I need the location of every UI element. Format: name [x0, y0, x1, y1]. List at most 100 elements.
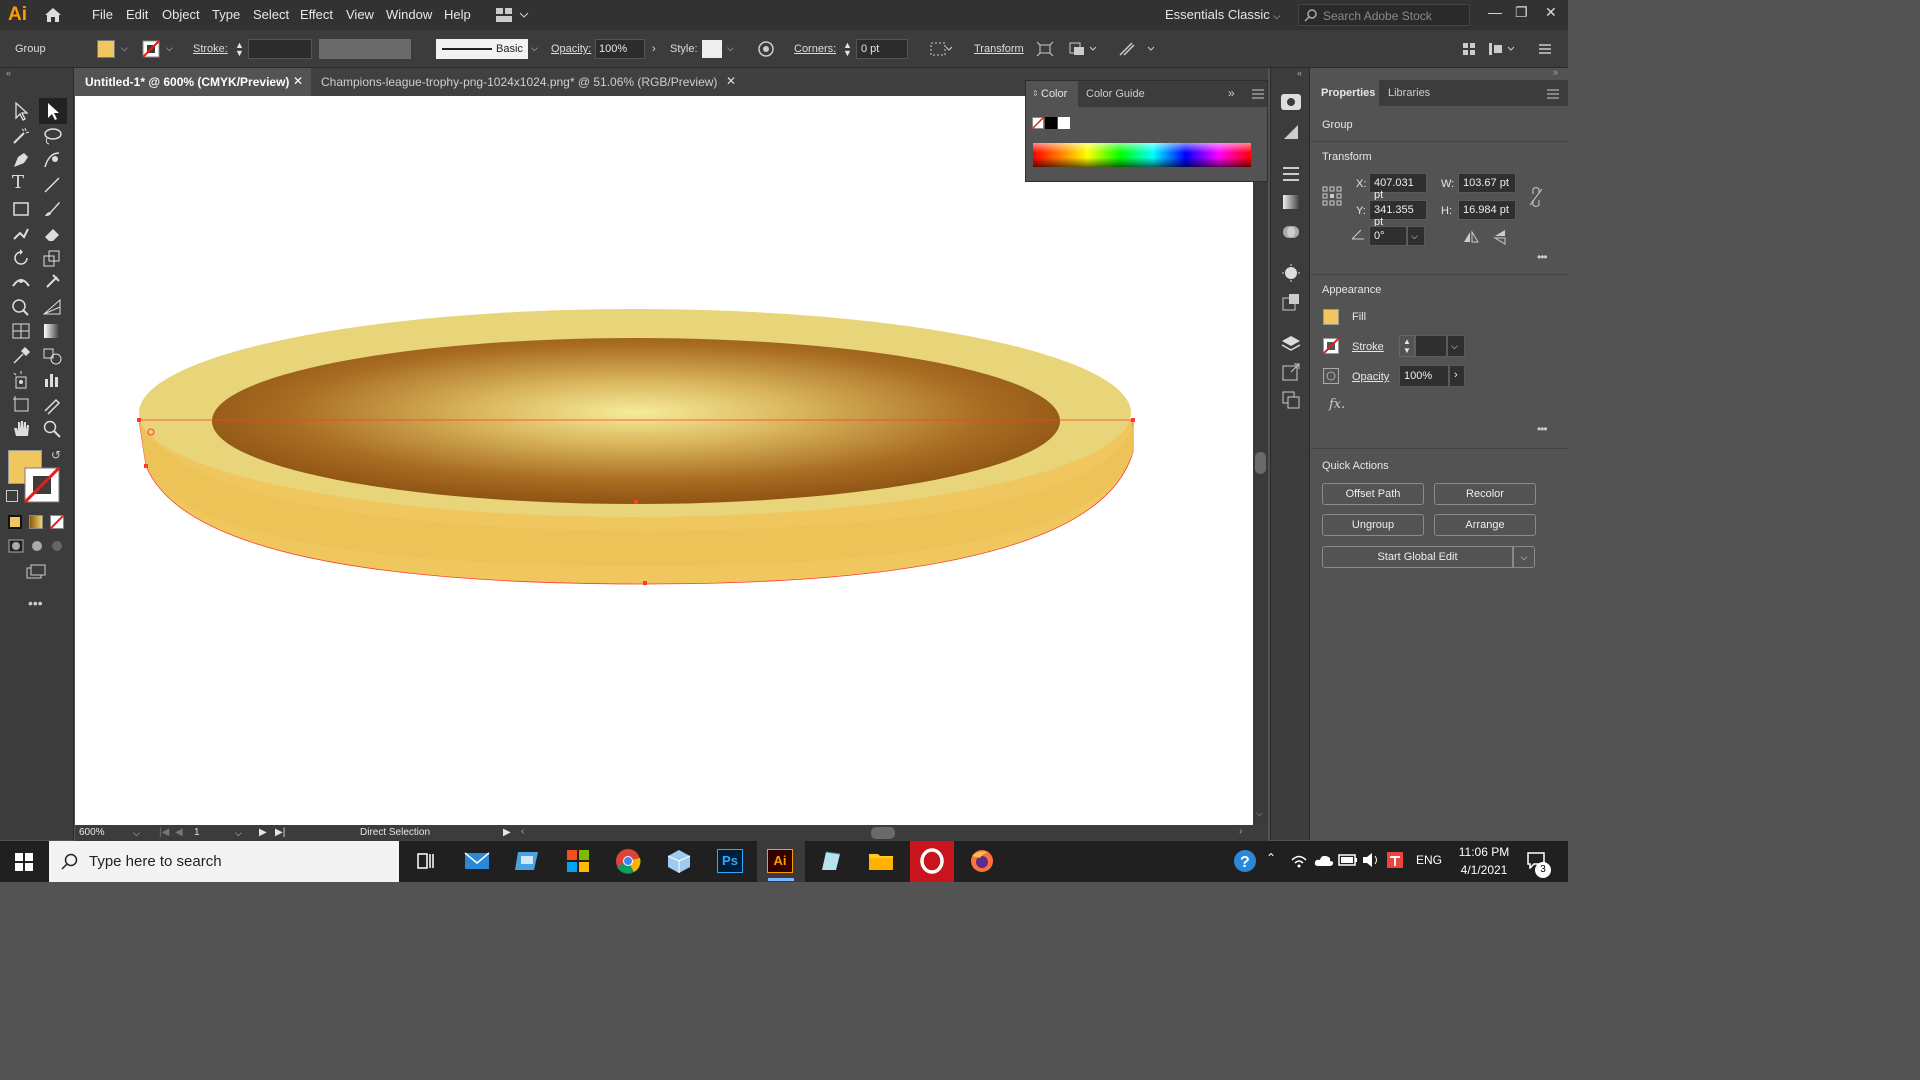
- opacity-field[interactable]: 100%: [595, 39, 645, 59]
- opacity-arrow-icon[interactable]: ›: [652, 43, 656, 55]
- expand-panel-icon[interactable]: »: [1228, 86, 1235, 100]
- windows-start-icon[interactable]: [15, 853, 33, 871]
- scroll-left-icon[interactable]: ‹: [521, 826, 524, 837]
- next-artboard-icon[interactable]: ▶: [259, 827, 267, 838]
- gradient-panel-icon[interactable]: [1281, 193, 1301, 211]
- fill-dropdown-icon[interactable]: ⌵: [121, 43, 128, 54]
- wifi-icon[interactable]: [1290, 852, 1308, 868]
- ungroup-button[interactable]: Ungroup: [1322, 514, 1424, 536]
- anchor-point-bottom[interactable]: [643, 581, 647, 585]
- anydesk-tray-icon[interactable]: [1386, 851, 1404, 869]
- gradient-mode-icon[interactable]: [29, 515, 43, 529]
- help-tips-icon[interactable]: ?: [1233, 849, 1257, 873]
- reference-point-icon[interactable]: [1322, 186, 1342, 206]
- layers-panel-icon[interactable]: [1281, 334, 1301, 354]
- symbol-sprayer-tool-icon[interactable]: [10, 369, 32, 391]
- panel-menu-icon[interactable]: [1538, 42, 1552, 56]
- firefox-icon[interactable]: [968, 848, 996, 874]
- rotate-tool-icon[interactable]: [10, 247, 32, 269]
- stroke-label[interactable]: Stroke:: [193, 43, 228, 55]
- show-hidden-icons-icon[interactable]: ⌃: [1266, 851, 1276, 865]
- properties-menu-icon[interactable]: [1547, 89, 1559, 99]
- onedrive-cloud-icon[interactable]: [1314, 853, 1334, 867]
- export-panel-icon[interactable]: [1281, 362, 1301, 382]
- corners-label[interactable]: Corners:: [794, 43, 836, 55]
- transparency-panel-icon[interactable]: [1281, 222, 1301, 242]
- minimize-button[interactable]: —: [1488, 4, 1502, 20]
- edit-toolbar-icon[interactable]: •••: [28, 595, 43, 611]
- collapse-properties-icon[interactable]: »: [1553, 67, 1558, 77]
- stroke-dropdown-icon[interactable]: ⌵: [166, 43, 173, 54]
- black-swatch[interactable]: [1045, 117, 1057, 129]
- x-field[interactable]: 407.031 pt: [1369, 173, 1427, 201]
- scroll-right-icon[interactable]: ›: [1239, 826, 1242, 837]
- line-segment-tool-icon[interactable]: [41, 174, 63, 196]
- eraser-tool-icon[interactable]: [41, 223, 63, 245]
- tab-champions-league-trophy[interactable]: Champions-league-trophy-png-1024x1024.pn…: [311, 68, 736, 96]
- anchor-point-side[interactable]: [144, 464, 148, 468]
- stroke-stepper[interactable]: ▲ ▼: [235, 41, 244, 58]
- constrain-proportions-icon[interactable]: [1529, 187, 1543, 207]
- graphic-style-swatch[interactable]: [702, 40, 722, 58]
- scale-tool-icon[interactable]: [41, 247, 63, 269]
- brush-dropdown-icon[interactable]: ⌵: [531, 43, 538, 54]
- zoom-level-field[interactable]: 600%: [79, 827, 135, 838]
- artboard-number-field[interactable]: 1: [194, 827, 200, 838]
- clock-date[interactable]: 4/1/2021: [1456, 863, 1512, 877]
- zoom-tool-icon[interactable]: [41, 418, 63, 440]
- flip-horizontal-icon[interactable]: [1463, 230, 1479, 244]
- variable-width-profile[interactable]: [319, 39, 411, 59]
- stroke-weight-stepper[interactable]: ▲ ▼: [1399, 335, 1415, 357]
- menu-view[interactable]: View: [346, 7, 374, 22]
- lasso-icon[interactable]: [41, 125, 63, 147]
- properties-panel-icon[interactable]: [1280, 92, 1302, 112]
- mesh-tool-icon[interactable]: [10, 320, 32, 342]
- slice-tool-icon[interactable]: [41, 393, 63, 415]
- global-edit-options-dropdown[interactable]: ⌵: [1513, 546, 1535, 568]
- paint-app-icon[interactable]: [816, 848, 844, 874]
- clock-time[interactable]: 11:06 PM: [1456, 845, 1512, 859]
- angle-field[interactable]: 0°: [1369, 226, 1407, 246]
- blend-tool-icon[interactable]: [41, 345, 63, 367]
- photoshop-icon[interactable]: Ps: [717, 849, 743, 873]
- prev-artboard-icon[interactable]: ◀: [175, 827, 183, 838]
- vertical-scroll-thumb[interactable]: [1255, 452, 1266, 474]
- align-panel-icon[interactable]: [1462, 42, 1476, 56]
- style-dropdown-icon[interactable]: ⌵: [727, 43, 734, 54]
- magic-wand-icon[interactable]: [10, 125, 32, 147]
- recolor-button[interactable]: Recolor: [1434, 483, 1536, 505]
- task-view-icon[interactable]: [412, 848, 440, 874]
- close-tab-untitled-icon[interactable]: ✕: [293, 74, 303, 88]
- menu-window[interactable]: Window: [386, 7, 432, 22]
- rectangle-tool-icon[interactable]: [10, 198, 32, 220]
- tab-color[interactable]: ⇕ Color: [1026, 81, 1078, 107]
- menu-object[interactable]: Object: [162, 7, 200, 22]
- puppet-warp-icon[interactable]: [1118, 41, 1158, 57]
- start-global-edit-button[interactable]: Start Global Edit: [1322, 546, 1513, 568]
- curvature-tool-icon[interactable]: [41, 149, 63, 171]
- gradient-tool-icon[interactable]: [41, 320, 63, 342]
- color-panel-menu-icon[interactable]: [1252, 89, 1264, 99]
- puppet-warp-tool-icon[interactable]: [41, 271, 63, 293]
- paintbrush-tool-icon[interactable]: [41, 198, 63, 220]
- file-explorer-icon[interactable]: [867, 848, 895, 874]
- status-menu-arrow-icon[interactable]: ▶: [503, 827, 511, 838]
- menu-effect[interactable]: Effect: [300, 7, 333, 22]
- restore-button[interactable]: ❐: [1515, 4, 1528, 21]
- close-window-button[interactable]: ✕: [1545, 4, 1557, 21]
- stock-search-input[interactable]: Search Adobe Stock: [1298, 4, 1470, 26]
- last-artboard-icon[interactable]: ▶|: [275, 827, 285, 838]
- menu-edit[interactable]: Edit: [126, 7, 148, 22]
- tab-properties[interactable]: Properties: [1311, 80, 1379, 106]
- tab-color-guide[interactable]: Color Guide: [1086, 88, 1145, 100]
- appearance-stroke-swatch[interactable]: [1323, 338, 1339, 354]
- close-tab-champions-icon[interactable]: ✕: [726, 74, 736, 88]
- perspective-grid-tool-icon[interactable]: [41, 296, 63, 318]
- first-artboard-icon[interactable]: |◀: [159, 827, 169, 838]
- corners-stepper[interactable]: ▲ ▼: [843, 41, 852, 58]
- appearance-stroke-label[interactable]: Stroke: [1352, 341, 1384, 353]
- flip-vertical-icon[interactable]: [1493, 229, 1507, 245]
- opacity-label[interactable]: Opacity:: [551, 43, 591, 55]
- color-mode-icon[interactable]: [8, 515, 22, 529]
- tab-libraries[interactable]: Libraries: [1388, 87, 1430, 99]
